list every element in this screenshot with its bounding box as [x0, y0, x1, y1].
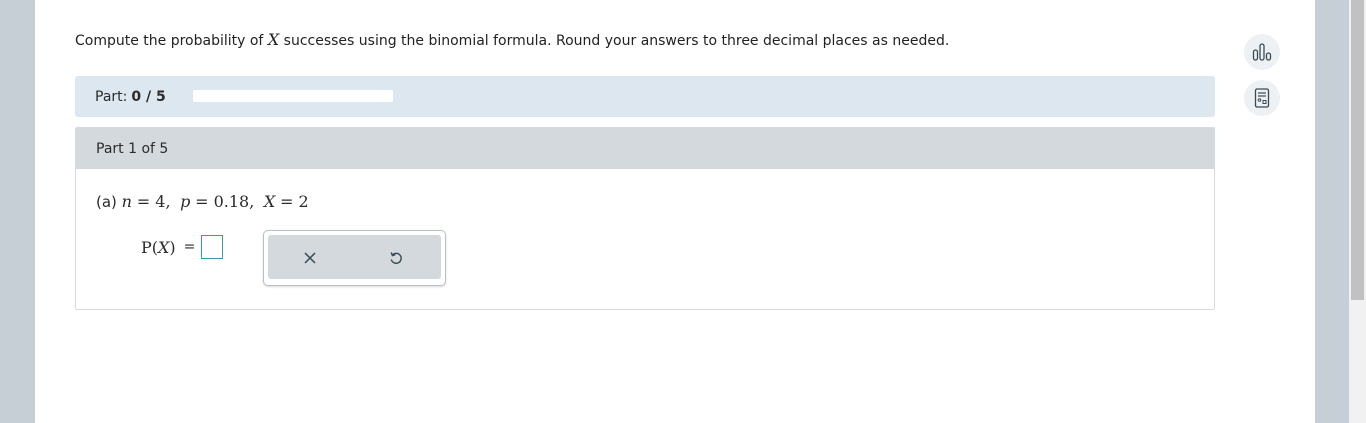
question-p-val: = 0.18, — [195, 192, 255, 211]
instructions-text: Compute the probability of X successes u… — [75, 30, 1225, 51]
scrollbar[interactable] — [1349, 0, 1366, 423]
part-header: Part 1 of 5 — [76, 128, 1214, 169]
progress-count: 0 / 5 — [131, 89, 166, 105]
instructions-variable: X — [267, 30, 280, 49]
answer-label-fn: P — [141, 237, 152, 257]
main-content: Compute the probability of X successes u… — [35, 0, 1315, 423]
answer-tools-panel — [268, 235, 441, 279]
answer-equals: = — [183, 239, 196, 255]
clear-button[interactable] — [297, 245, 323, 271]
progress-label-text: Part: — [95, 89, 128, 105]
answer-row: P(X) = — [141, 232, 224, 262]
calculator-button[interactable] — [1244, 80, 1280, 116]
x-icon — [304, 252, 316, 264]
calculator-icon — [1254, 88, 1270, 108]
answer-label-close: ) — [169, 237, 176, 257]
answer-input[interactable] — [201, 235, 224, 259]
question-x-var: X — [263, 192, 276, 211]
question-prefix: (a) — [96, 193, 122, 211]
question-n-val: = 4, — [136, 192, 171, 211]
part-title: Part 1 of 5 — [96, 141, 169, 157]
question-n-var: n — [121, 192, 132, 211]
question-p-var: p — [180, 192, 191, 211]
undo-button[interactable] — [383, 245, 409, 271]
answer-tools-popup — [263, 230, 446, 286]
question-text: (a) n = 4, p = 0.18, X = 2 — [96, 192, 309, 212]
instructions-before: Compute the probability of — [75, 33, 268, 49]
statistics-button[interactable] — [1244, 34, 1280, 70]
progress-track — [193, 90, 393, 102]
scrollbar-thumb[interactable] — [1351, 0, 1364, 300]
question-x-val: = 2 — [280, 192, 309, 211]
bar-chart-icon — [1252, 43, 1272, 61]
answer-label-var: X — [158, 237, 170, 257]
progress-bar: Part: 0 / 5 — [75, 76, 1215, 117]
part-card: Part 1 of 5 (a) n = 4, p = 0.18, X = 2 P… — [75, 127, 1215, 310]
undo-icon — [390, 252, 402, 264]
answer-label: P(X) — [141, 238, 176, 257]
progress-label: Part: 0 / 5 — [95, 87, 166, 107]
instructions-after: successes using the binomial formula. Ro… — [279, 33, 950, 49]
